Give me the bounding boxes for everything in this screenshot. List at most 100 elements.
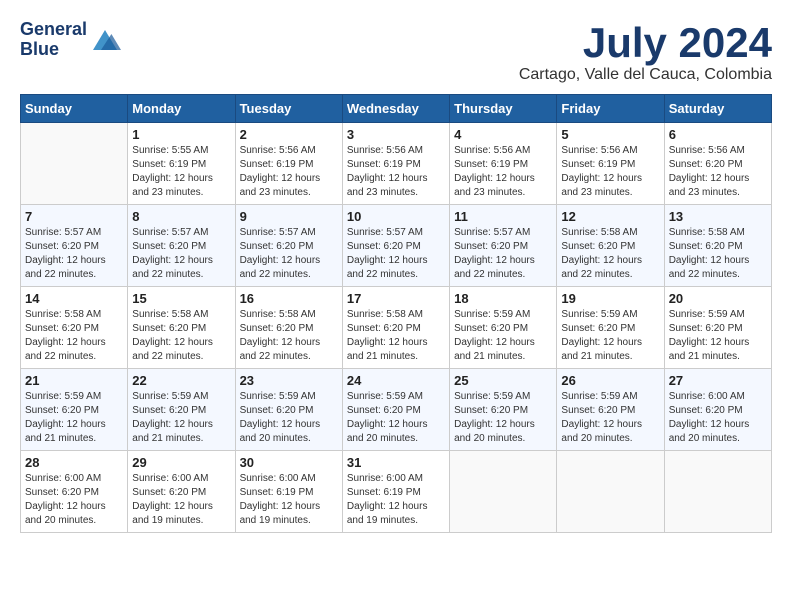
col-header-sunday: Sunday xyxy=(21,95,128,123)
day-number: 23 xyxy=(240,373,338,388)
cell-content: Sunrise: 5:55 AM Sunset: 6:19 PM Dayligh… xyxy=(132,144,230,200)
calendar-cell: 4 Sunrise: 5:56 AM Sunset: 6:19 PM Daylig… xyxy=(450,123,557,205)
calendar-cell: 17 Sunrise: 5:58 AM Sunset: 6:20 PM Dayli… xyxy=(342,287,449,369)
day-number: 17 xyxy=(347,291,445,306)
day-number: 1 xyxy=(132,127,230,142)
day-number: 6 xyxy=(669,127,767,142)
calendar-cell xyxy=(21,123,128,205)
logo-icon xyxy=(89,26,121,54)
cell-content: Sunrise: 6:00 AM Sunset: 6:20 PM Dayligh… xyxy=(25,472,123,528)
calendar-cell: 16Sunrise: 5:58 AM Sunset: 6:20 PM Dayli… xyxy=(235,287,342,369)
col-header-monday: Monday xyxy=(128,95,235,123)
calendar-cell: 8 Sunrise: 5:57 AM Sunset: 6:20 PM Daylig… xyxy=(128,205,235,287)
calendar-cell: 13Sunrise: 5:58 AM Sunset: 6:20 PM Dayli… xyxy=(664,205,771,287)
day-number: 21 xyxy=(25,373,123,388)
day-number: 10 xyxy=(347,209,445,224)
cell-content: Sunrise: 5:57 AM Sunset: 6:20 PM Dayligh… xyxy=(240,226,338,282)
calendar-cell: 26 Sunrise: 5:59 AM Sunset: 6:20 PM Dayli… xyxy=(557,369,664,451)
calendar-cell: 9 Sunrise: 5:57 AM Sunset: 6:20 PM Daylig… xyxy=(235,205,342,287)
cell-content: Sunrise: 5:56 AM Sunset: 6:19 PM Dayligh… xyxy=(240,144,338,200)
day-number: 5 xyxy=(561,127,659,142)
cell-content: Sunrise: 5:57 AM Sunset: 6:20 PM Dayligh… xyxy=(132,226,230,282)
day-number: 8 xyxy=(132,209,230,224)
day-number: 2 xyxy=(240,127,338,142)
day-number: 18 xyxy=(454,291,552,306)
calendar-cell: 25 Sunrise: 5:59 AM Sunset: 6:20 PM Dayli… xyxy=(450,369,557,451)
calendar-cell: 31 Sunrise: 6:00 AM Sunset: 6:19 PM Dayli… xyxy=(342,451,449,533)
cell-content: Sunrise: 5:58 AM Sunset: 6:20 PM Dayligh… xyxy=(25,308,123,364)
cell-content: Sunrise: 5:59 AM Sunset: 6:20 PM Dayligh… xyxy=(561,390,659,446)
calendar-cell: 28 Sunrise: 6:00 AM Sunset: 6:20 PM Dayli… xyxy=(21,451,128,533)
day-number: 31 xyxy=(347,455,445,470)
cell-content: Sunrise: 6:00 AM Sunset: 6:20 PM Dayligh… xyxy=(132,472,230,528)
cell-content: Sunrise: 6:00 AM Sunset: 6:19 PM Dayligh… xyxy=(347,472,445,528)
day-number: 3 xyxy=(347,127,445,142)
calendar-cell: 29 Sunrise: 6:00 AM Sunset: 6:20 PM Dayli… xyxy=(128,451,235,533)
day-number: 22 xyxy=(132,373,230,388)
day-number: 19 xyxy=(561,291,659,306)
title-area: July 2024 Cartago, Valle del Cauca, Colo… xyxy=(519,20,772,84)
cell-content: Sunrise: 5:59 AM Sunset: 6:20 PM Dayligh… xyxy=(454,390,552,446)
day-number: 11 xyxy=(454,209,552,224)
cell-content: Sunrise: 5:57 AM Sunset: 6:20 PM Dayligh… xyxy=(347,226,445,282)
day-number: 4 xyxy=(454,127,552,142)
day-number: 26 xyxy=(561,373,659,388)
cell-content: Sunrise: 5:56 AM Sunset: 6:19 PM Dayligh… xyxy=(561,144,659,200)
week-row-4: 21 Sunrise: 5:59 AM Sunset: 6:20 PM Dayli… xyxy=(21,369,772,451)
calendar-cell: 27 Sunrise: 6:00 AM Sunset: 6:20 PM Dayli… xyxy=(664,369,771,451)
calendar-cell xyxy=(664,451,771,533)
cell-content: Sunrise: 5:59 AM Sunset: 6:20 PM Dayligh… xyxy=(669,308,767,364)
day-number: 16 xyxy=(240,291,338,306)
cell-content: Sunrise: 6:00 AM Sunset: 6:19 PM Dayligh… xyxy=(240,472,338,528)
calendar-cell: 11 Sunrise: 5:57 AM Sunset: 6:20 PM Dayli… xyxy=(450,205,557,287)
cell-content: Sunrise: 5:58 AM Sunset: 6:20 PM Dayligh… xyxy=(347,308,445,364)
calendar-cell xyxy=(557,451,664,533)
cell-content: Sunrise: 5:58 AM Sunset: 6:20 PM Dayligh… xyxy=(132,308,230,364)
cell-content: Sunrise: 5:57 AM Sunset: 6:20 PM Dayligh… xyxy=(454,226,552,282)
logo-text: General Blue xyxy=(20,20,87,60)
cell-content: Sunrise: 6:00 AM Sunset: 6:20 PM Dayligh… xyxy=(669,390,767,446)
col-header-friday: Friday xyxy=(557,95,664,123)
col-header-saturday: Saturday xyxy=(664,95,771,123)
calendar-cell: 18 Sunrise: 5:59 AM Sunset: 6:20 PM Dayli… xyxy=(450,287,557,369)
header: General Blue July 2024 Cartago, Valle de… xyxy=(20,20,772,84)
day-number: 25 xyxy=(454,373,552,388)
calendar-body: 1 Sunrise: 5:55 AM Sunset: 6:19 PM Daylig… xyxy=(21,123,772,533)
day-number: 12 xyxy=(561,209,659,224)
day-number: 9 xyxy=(240,209,338,224)
calendar-table: SundayMondayTuesdayWednesdayThursdayFrid… xyxy=(20,94,772,533)
week-row-3: 14Sunrise: 5:58 AM Sunset: 6:20 PM Dayli… xyxy=(21,287,772,369)
col-header-thursday: Thursday xyxy=(450,95,557,123)
cell-content: Sunrise: 5:59 AM Sunset: 6:20 PM Dayligh… xyxy=(132,390,230,446)
calendar-cell: 30 Sunrise: 6:00 AM Sunset: 6:19 PM Dayli… xyxy=(235,451,342,533)
calendar-cell: 3Sunrise: 5:56 AM Sunset: 6:19 PM Daylig… xyxy=(342,123,449,205)
calendar-cell: 12 Sunrise: 5:58 AM Sunset: 6:20 PM Dayli… xyxy=(557,205,664,287)
calendar-cell xyxy=(450,451,557,533)
day-number: 30 xyxy=(240,455,338,470)
calendar-cell: 24Sunrise: 5:59 AM Sunset: 6:20 PM Dayli… xyxy=(342,369,449,451)
col-header-tuesday: Tuesday xyxy=(235,95,342,123)
cell-content: Sunrise: 5:59 AM Sunset: 6:20 PM Dayligh… xyxy=(25,390,123,446)
calendar-cell: 5 Sunrise: 5:56 AM Sunset: 6:19 PM Daylig… xyxy=(557,123,664,205)
calendar-cell: 2 Sunrise: 5:56 AM Sunset: 6:19 PM Daylig… xyxy=(235,123,342,205)
cell-content: Sunrise: 5:58 AM Sunset: 6:20 PM Dayligh… xyxy=(561,226,659,282)
calendar-cell: 19 Sunrise: 5:59 AM Sunset: 6:20 PM Dayli… xyxy=(557,287,664,369)
cell-content: Sunrise: 5:59 AM Sunset: 6:20 PM Dayligh… xyxy=(561,308,659,364)
day-number: 20 xyxy=(669,291,767,306)
calendar-cell: 6Sunrise: 5:56 AM Sunset: 6:20 PM Daylig… xyxy=(664,123,771,205)
calendar-cell: 14Sunrise: 5:58 AM Sunset: 6:20 PM Dayli… xyxy=(21,287,128,369)
cell-content: Sunrise: 5:58 AM Sunset: 6:20 PM Dayligh… xyxy=(669,226,767,282)
cell-content: Sunrise: 5:59 AM Sunset: 6:20 PM Dayligh… xyxy=(347,390,445,446)
cell-content: Sunrise: 5:56 AM Sunset: 6:19 PM Dayligh… xyxy=(454,144,552,200)
day-number: 29 xyxy=(132,455,230,470)
day-number: 27 xyxy=(669,373,767,388)
month-title: July 2024 xyxy=(519,20,772,66)
logo: General Blue xyxy=(20,20,121,60)
cell-content: Sunrise: 5:59 AM Sunset: 6:20 PM Dayligh… xyxy=(454,308,552,364)
col-header-wednesday: Wednesday xyxy=(342,95,449,123)
week-row-5: 28 Sunrise: 6:00 AM Sunset: 6:20 PM Dayli… xyxy=(21,451,772,533)
week-row-2: 7Sunrise: 5:57 AM Sunset: 6:20 PM Daylig… xyxy=(21,205,772,287)
day-number: 28 xyxy=(25,455,123,470)
calendar-cell: 7Sunrise: 5:57 AM Sunset: 6:20 PM Daylig… xyxy=(21,205,128,287)
calendar-cell: 23Sunrise: 5:59 AM Sunset: 6:20 PM Dayli… xyxy=(235,369,342,451)
